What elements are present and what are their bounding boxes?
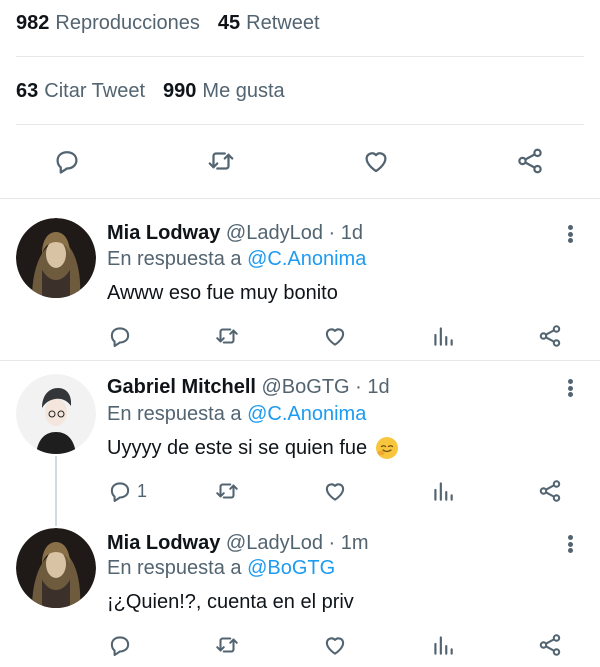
share-icon <box>539 325 561 347</box>
author-handle[interactable]: @BoGTG <box>262 376 350 398</box>
share-icon <box>518 148 542 174</box>
views-count: 982 <box>16 11 50 34</box>
reply-icon <box>110 327 130 347</box>
retweet-icon <box>208 152 234 170</box>
smirking-face-emoji <box>376 437 399 459</box>
tweet-header: Mia Lodway @LadyLod · 1d <box>107 222 363 245</box>
like-icon <box>365 152 387 173</box>
reply-context: En respuesta a @C.Anonima <box>107 248 366 271</box>
tweet-actions: 1 <box>0 476 600 506</box>
retweet-icon <box>216 483 238 499</box>
more-options-icon[interactable] <box>560 532 580 556</box>
tweet-header: Mia Lodway @LadyLod · 1m <box>107 532 369 555</box>
divider <box>16 56 584 57</box>
reply-button[interactable] <box>107 321 133 351</box>
author-handle[interactable]: @LadyLod <box>226 532 323 554</box>
avatar[interactable] <box>16 528 96 608</box>
likes-count: 990 <box>163 79 197 102</box>
retweet-button[interactable] <box>214 476 240 506</box>
reply-context: En respuesta a @BoGTG <box>107 557 335 580</box>
like-icon <box>325 328 345 346</box>
reply-button[interactable]: 1 <box>107 476 147 506</box>
like-icon <box>325 637 345 655</box>
like-button[interactable] <box>322 630 348 660</box>
share-icon <box>539 480 561 502</box>
likes-label[interactable]: Me gusta <box>202 80 284 103</box>
retweet-icon <box>216 328 238 344</box>
reply-button[interactable] <box>52 146 82 176</box>
tweet-time[interactable]: · 1d <box>329 222 363 244</box>
like-icon <box>325 483 345 501</box>
reply-button[interactable] <box>107 630 133 660</box>
share-button[interactable] <box>537 630 563 660</box>
reply-prefix: En respuesta a <box>107 557 242 579</box>
tweet-actions <box>0 321 600 351</box>
author-name[interactable]: Mia Lodway <box>107 222 220 244</box>
tweet-text-content: Awww eso fue muy bonito <box>107 282 338 304</box>
quotes-label[interactable]: Citar Tweet <box>44 80 145 103</box>
tweet-text: Awww eso fue muy bonito <box>107 282 338 305</box>
main-tweet-actions <box>0 124 600 196</box>
reply-icon <box>110 636 130 656</box>
share-icon <box>539 634 561 656</box>
reply-mention[interactable]: @C.Anonima <box>247 248 366 270</box>
reply-tweet[interactable]: Mia Lodway @LadyLod · 1d En respuesta a … <box>0 198 600 360</box>
reply-mention[interactable]: @BoGTG <box>247 557 335 579</box>
reply-prefix: En respuesta a <box>107 248 242 270</box>
analytics-button[interactable] <box>430 321 456 351</box>
reply-mention[interactable]: @C.Anonima <box>247 403 366 425</box>
retweets-label[interactable]: Retweet <box>246 12 319 35</box>
reply-tweet[interactable]: Gabriel Mitchell @BoGTG · 1d En respuest… <box>0 360 600 516</box>
retweet-button[interactable] <box>214 321 240 351</box>
like-button[interactable] <box>322 476 348 506</box>
avatar[interactable] <box>16 374 96 454</box>
analytics-icon <box>434 482 453 501</box>
reply-tweet[interactable]: Mia Lodway @LadyLod · 1m En respuesta a … <box>0 516 600 667</box>
analytics-icon <box>434 327 453 346</box>
quotes-count: 63 <box>16 79 39 102</box>
stats-row-views: 982 Reproducciones 45 Retweet <box>16 0 584 56</box>
reply-context: En respuesta a @C.Anonima <box>107 403 366 426</box>
share-button[interactable] <box>515 146 545 176</box>
retweet-button[interactable] <box>214 630 240 660</box>
share-button[interactable] <box>537 321 563 351</box>
retweet-button[interactable] <box>206 146 236 176</box>
author-name[interactable]: Mia Lodway <box>107 532 220 554</box>
share-button[interactable] <box>537 476 563 506</box>
reply-icon <box>56 151 78 174</box>
reply-icon <box>110 482 130 502</box>
tweet-text-content: Uyyyy de este si se quien fue <box>107 436 368 459</box>
reply-prefix: En respuesta a <box>107 403 242 425</box>
retweet-icon <box>216 637 238 653</box>
tweet-text-content: ¡¿Quien!?, cuenta en el priv <box>107 591 354 613</box>
more-options-icon[interactable] <box>560 376 580 400</box>
author-handle[interactable]: @LadyLod <box>226 222 323 244</box>
avatar[interactable] <box>16 218 96 298</box>
stats-row-quotes: 63 Citar Tweet 990 Me gusta <box>16 58 584 124</box>
tweet-time[interactable]: · 1d <box>355 376 389 398</box>
tweet-time[interactable]: · 1m <box>329 532 369 554</box>
analytics-button[interactable] <box>430 630 456 660</box>
author-name[interactable]: Gabriel Mitchell <box>107 376 256 398</box>
analytics-icon <box>434 636 453 655</box>
reply-count: 1 <box>137 480 148 501</box>
like-button[interactable] <box>322 321 348 351</box>
tweet-text: ¡¿Quien!?, cuenta en el priv <box>107 591 354 614</box>
views-label[interactable]: Reproducciones <box>55 12 200 35</box>
tweet-header: Gabriel Mitchell @BoGTG · 1d <box>107 376 390 399</box>
retweets-count: 45 <box>217 11 241 34</box>
tweet-text: Uyyyy de este si se quien fue <box>107 436 399 460</box>
like-button[interactable] <box>361 146 391 176</box>
analytics-button[interactable] <box>430 476 456 506</box>
more-options-icon[interactable] <box>560 222 580 246</box>
tweet-actions <box>0 630 600 660</box>
